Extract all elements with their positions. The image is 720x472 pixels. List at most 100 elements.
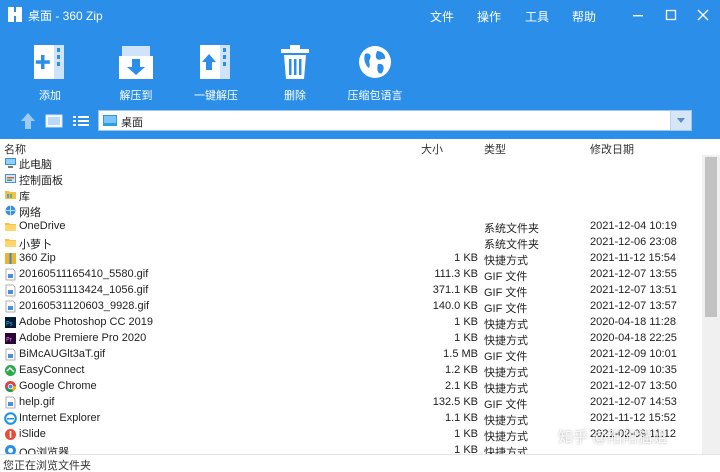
archive-language-button[interactable]: 压缩包语言 (345, 42, 405, 102)
gif-file-icon (5, 396, 16, 409)
file-size: 1.5 MB (443, 348, 478, 360)
minimize-icon (633, 15, 643, 17)
file-type: 快捷方式 (484, 415, 528, 427)
minimize-button[interactable] (625, 4, 651, 26)
file-modified: 2020-04-18 22:25 (590, 332, 677, 344)
file-name: help.gif (19, 396, 55, 408)
file-name: Google Chrome (19, 380, 97, 392)
file-type: 快捷方式 (484, 335, 528, 347)
file-size: 111.3 KB (434, 268, 478, 280)
add-archive-icon (34, 45, 64, 79)
file-name: Adobe Photoshop CC 2019 (19, 316, 153, 328)
gif-file-icon (5, 348, 16, 361)
trash-icon (281, 45, 309, 79)
path-value: 桌面 (121, 117, 143, 129)
gif-file-icon (5, 268, 16, 281)
status-text: 您正在浏览文件夹 (3, 460, 91, 472)
file-name: Adobe Premiere Pro 2020 (19, 332, 147, 344)
file-type: 快捷方式 (484, 319, 528, 331)
file-row[interactable]: BiMcAUGlt3aT.gif 1.5 MB GIF 文件 2021-12-09 1… (0, 347, 700, 363)
list-view-icon[interactable] (72, 112, 90, 130)
file-modified: 2021-12-07 13:51 (590, 284, 677, 296)
file-modified: 2021-11-12 15:54 (590, 252, 677, 264)
menu-help[interactable]: 帮助 (572, 8, 596, 25)
status-bar: 您正在浏览文件夹 (0, 454, 720, 472)
file-row[interactable]: 控制面板 (0, 171, 700, 187)
file-row[interactable]: 此电脑 (0, 155, 700, 171)
file-type: 快捷方式 (484, 383, 528, 395)
file-type: GIF 文件 (484, 351, 528, 363)
delete-button[interactable]: 删除 (265, 42, 325, 102)
menu-tools[interactable]: 工具 (525, 8, 549, 25)
file-row[interactable]: 网络 (0, 203, 700, 219)
file-row[interactable]: 20160511165410_5580.gif 111.3 KB GIF 文件 202… (0, 267, 700, 283)
path-bar[interactable]: 桌面 (98, 110, 692, 131)
file-type: 快捷方式 (484, 431, 528, 443)
path-dropdown-button[interactable] (670, 111, 691, 130)
file-row[interactable]: 20160531120603_9928.gif 140.0 KB GIF 文件 202… (0, 299, 700, 315)
scroll-thumb[interactable] (705, 157, 717, 317)
file-modified: 2021-12-09 10:01 (590, 348, 677, 360)
one-click-extract-label: 一键解压 (194, 90, 238, 102)
vertical-scrollbar[interactable] (702, 155, 720, 454)
close-button[interactable] (690, 4, 716, 26)
menu-action[interactable]: 操作 (477, 8, 501, 25)
gif-file-icon (5, 284, 16, 297)
file-row[interactable]: 360 Zip 1 KB 快捷方式 2021-11-12 15:54 (0, 251, 700, 267)
extract-to-icon (119, 46, 153, 79)
svg-text:Pr: Pr (6, 337, 13, 344)
archive-language-label: 压缩包语言 (347, 90, 403, 102)
file-name: 小萝卜 (19, 239, 52, 251)
easyconnect-icon (5, 365, 16, 376)
file-row[interactable]: OneDrive 系统文件夹 2021-12-04 10:19 (0, 219, 700, 235)
add-button[interactable]: 添加 (20, 42, 80, 102)
file-type: GIF 文件 (484, 271, 528, 283)
zip-app-icon (5, 253, 16, 264)
one-click-extract-button[interactable]: 一键解压 (186, 42, 246, 102)
file-row[interactable]: 20160531113424_1056.gif 371.1 KB GIF 文件 202… (0, 283, 700, 299)
file-row[interactable]: help.gif 132.5 KB GIF 文件 2021-12-07 14:53 (0, 395, 700, 411)
file-type: 系统文件夹 (484, 239, 539, 251)
file-row[interactable]: 小萝卜 系统文件夹 2021-12-06 23:08 (0, 235, 700, 251)
file-row[interactable]: Google Chrome 2.1 KB 快捷方式 2021-12-07 13:50 (0, 379, 700, 395)
file-type: 快捷方式 (484, 255, 528, 267)
file-row[interactable]: Internet Explorer 1.1 KB 快捷方式 2021-11-12 15… (0, 411, 700, 427)
desktop-icon (103, 115, 117, 126)
file-modified: 2021-12-07 13:55 (590, 268, 677, 280)
file-type: 系统文件夹 (484, 223, 539, 235)
file-type: 快捷方式 (484, 447, 528, 454)
file-modified: 2021-12-04 10:19 (590, 220, 677, 232)
file-modified: 2021-12-06 23:08 (590, 236, 677, 248)
file-name: 20160531113424_1056.gif (19, 284, 149, 296)
title-bar: 桌面 - 360 Zip 文件 操作 工具 帮助 (0, 0, 720, 30)
file-row[interactable]: Ps Adobe Photoshop CC 2019 1 KB 快捷方式 2020-04… (0, 315, 700, 331)
photoshop-icon: Ps (5, 317, 16, 328)
window-title: 桌面 - 360 Zip (28, 9, 103, 23)
file-modified: 2021-12-09 10:35 (590, 364, 677, 376)
up-arrow-icon[interactable] (20, 112, 36, 130)
extract-to-label: 解压到 (119, 90, 153, 102)
file-name: 360 Zip (19, 252, 56, 264)
folder-icon (5, 239, 16, 247)
control-panel-icon (5, 174, 16, 183)
ie-icon (4, 412, 17, 425)
file-size: 371.1 KB (432, 284, 478, 296)
thumbnail-view-icon[interactable] (45, 112, 63, 130)
file-row[interactable]: EasyConnect 1.2 KB 快捷方式 2021-12-09 10:35 (0, 363, 700, 379)
library-icon (5, 191, 16, 199)
qq-browser-icon (5, 445, 16, 454)
maximize-button[interactable] (658, 4, 684, 26)
one-click-extract-icon (200, 45, 230, 79)
menu-file[interactable]: 文件 (430, 8, 454, 25)
maximize-icon (665, 9, 677, 21)
file-size: 1 KB (454, 252, 478, 264)
file-row[interactable]: Pr Adobe Premiere Pro 2020 1 KB 快捷方式 2020-04… (0, 331, 700, 347)
file-row[interactable]: 库 (0, 187, 700, 203)
file-name: QQ浏览器 (19, 447, 70, 454)
file-list: 此电脑 控制面板库网络 OneDrive 系统文件夹 2021-12-04 10:19 小… (0, 155, 700, 454)
extract-to-button[interactable]: 解压到 (106, 42, 166, 102)
file-name: 20160511165410_5580.gif (19, 268, 149, 280)
file-name: BiMcAUGlt3aT.gif (19, 348, 106, 360)
premiere-icon: Pr (5, 333, 16, 344)
file-type: GIF 文件 (484, 303, 528, 315)
